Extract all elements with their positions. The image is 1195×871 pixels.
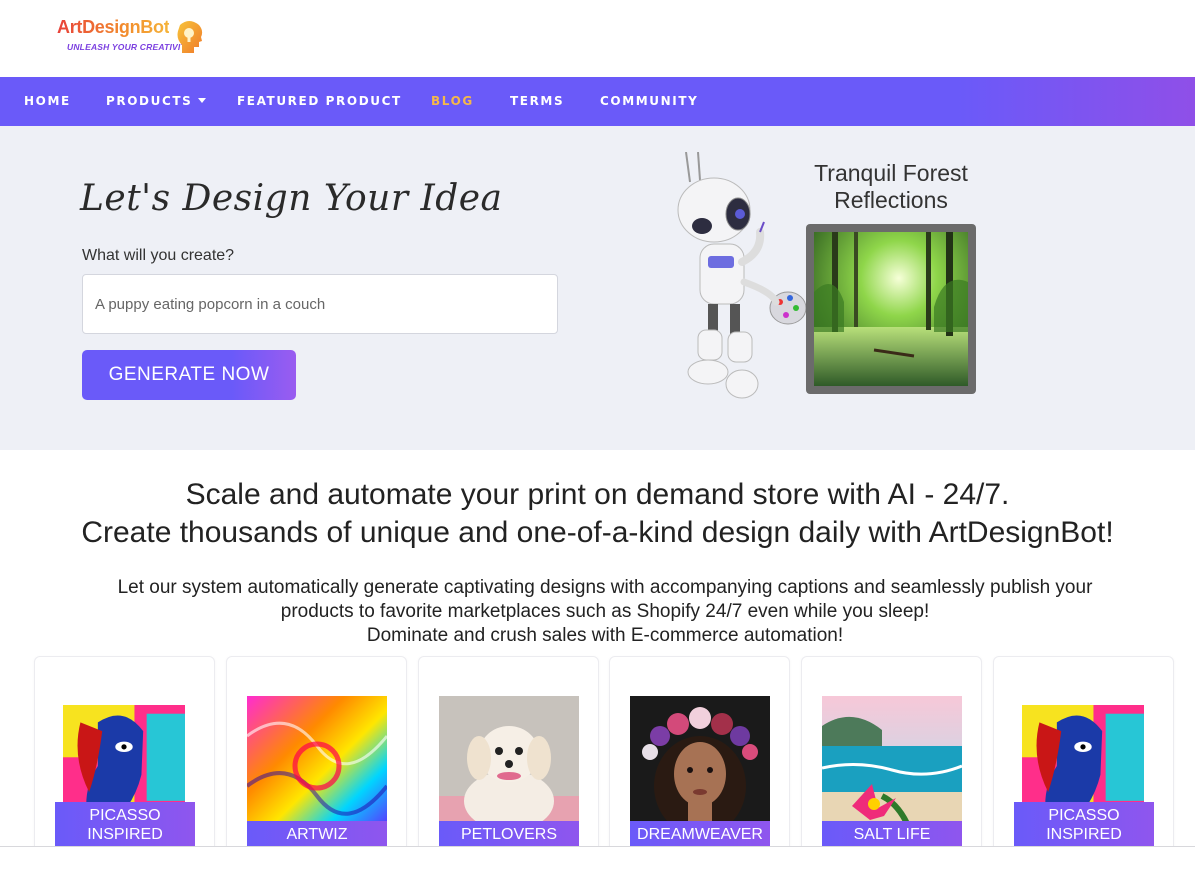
nav-featured-product[interactable]: FEATURED PRODUCT bbox=[237, 94, 402, 108]
card-label: PICASSO INSPIRED bbox=[55, 802, 195, 846]
nav-terms[interactable]: TERMS bbox=[510, 94, 564, 108]
beach-flower-image bbox=[822, 696, 962, 836]
card-label: PETLOVERS bbox=[439, 821, 579, 847]
description-line-2: products to favorite marketplaces such a… bbox=[280, 601, 930, 622]
headline-line-1: Scale and automate your print on demand … bbox=[185, 478, 1010, 511]
description: Let our system automatically generate ca… bbox=[0, 576, 1195, 648]
store-card-dreamweaver[interactable]: DREAMWEAVER bbox=[609, 656, 790, 856]
showcase-frame bbox=[806, 224, 976, 394]
card-label: PICASSO INSPIRED bbox=[1014, 802, 1154, 846]
page-bottom bbox=[0, 847, 1195, 871]
forest-painting-image bbox=[814, 232, 968, 386]
store-card-picasso-inspired[interactable]: PICASSO INSPIRED bbox=[34, 656, 215, 856]
main-nav: HOME PRODUCTS FEATURED PRODUCT BLOG TERM… bbox=[0, 77, 1195, 126]
description-line-3: Dominate and crush sales with E-commerce… bbox=[366, 625, 844, 646]
store-card-petlovers[interactable]: PETLOVERS bbox=[418, 656, 599, 856]
flower-crown-portrait-image bbox=[630, 696, 770, 836]
lightbulb-head-icon bbox=[177, 21, 203, 53]
chevron-down-icon[interactable] bbox=[198, 98, 206, 103]
nav-products[interactable]: PRODUCTS bbox=[106, 94, 192, 108]
prompt-input[interactable] bbox=[82, 274, 558, 334]
store-card-salt-life[interactable]: SALT LIFE bbox=[801, 656, 982, 856]
logo-tagline: UNLEASH YOUR CREATIVITY bbox=[67, 42, 192, 52]
card-label: SALT LIFE bbox=[822, 821, 962, 847]
store-card-picasso-inspired-2[interactable]: PICASSO INSPIRED bbox=[993, 656, 1174, 856]
store-card-artwiz[interactable]: ARTWIZ bbox=[226, 656, 407, 856]
card-label: ARTWIZ bbox=[247, 821, 387, 847]
store-cards: PICASSO INSPIRED ARTWIZ PETLOVERS DREAMW… bbox=[34, 656, 1174, 856]
description-line-1: Let our system automatically generate ca… bbox=[117, 577, 1093, 598]
logo[interactable]: ArtDesignBot UNLEASH YOUR CREATIVITY bbox=[57, 17, 207, 61]
nav-home[interactable]: HOME bbox=[24, 94, 71, 108]
showcase-title: Tranquil Forest Reflections bbox=[814, 160, 968, 213]
psychedelic-art-image bbox=[247, 696, 387, 836]
generate-now-button[interactable]: GENERATE NOW bbox=[82, 350, 296, 400]
hero-section: Let's Design Your Idea What will you cre… bbox=[0, 126, 1195, 450]
hero-title: Let's Design Your Idea bbox=[80, 178, 503, 219]
nav-blog[interactable]: BLOG bbox=[431, 94, 474, 108]
prompt-label: What will you create? bbox=[82, 247, 235, 264]
card-label: DREAMWEAVER bbox=[630, 821, 770, 847]
logo-name: ArtDesignBot bbox=[57, 17, 170, 37]
headline: Scale and automate your print on demand … bbox=[0, 476, 1195, 552]
puppy-image bbox=[439, 696, 579, 836]
robot-painter-illustration bbox=[677, 152, 807, 399]
site-header: ArtDesignBot UNLEASH YOUR CREATIVITY bbox=[0, 0, 1195, 77]
headline-line-2: Create thousands of unique and one-of-a-… bbox=[81, 516, 1114, 549]
nav-community[interactable]: COMMUNITY bbox=[600, 94, 698, 108]
